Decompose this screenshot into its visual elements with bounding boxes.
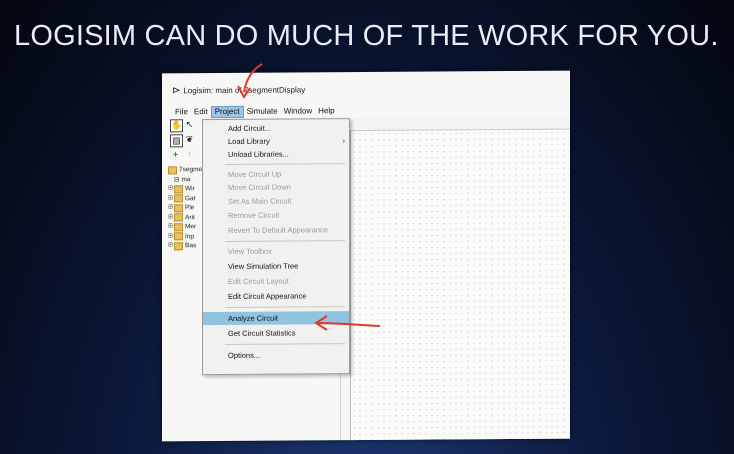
tree-item[interactable]: ⊞ Ple (168, 203, 206, 213)
project-menu: Add Circuit... Load Library › Unload Lib… (202, 118, 350, 376)
screen-photo: ⊳ Logisim: main of 7segmentDisplay File … (162, 70, 570, 442)
menu-item-add-circuit[interactable]: Add Circuit... (203, 121, 349, 135)
folder-icon (174, 223, 183, 232)
logisim-gate-icon: ⊳ (172, 85, 181, 97)
menu-separator (225, 163, 345, 165)
menu-item-set-main-circuit[interactable]: Set As Main Circuit (203, 194, 349, 208)
explorer-tree: 7segme ⊟ ma ⊞ Wir ⊞ Gat ⊞ Ple ⊞ Arit ⊞ Mer ⊞ In… (168, 165, 206, 251)
menu-bar: File Edit Project Simulate Window Help (172, 105, 338, 119)
folder-icon (174, 213, 183, 222)
poke-hand-icon[interactable]: ✋ (170, 119, 183, 133)
menu-item-move-circuit-up[interactable]: Move Circuit Up (203, 167, 349, 181)
tree-item[interactable]: ⊟ ma (168, 175, 206, 185)
menu-item-get-circuit-statistics[interactable]: Get Circuit Statistics (203, 326, 349, 340)
tree-root[interactable]: 7segme (168, 165, 206, 175)
folder-icon (174, 194, 183, 203)
menu-simulate[interactable]: Simulate (244, 106, 281, 118)
select-arrow-icon[interactable]: ↖ (184, 119, 195, 130)
menu-file[interactable]: File (172, 106, 191, 118)
folder-icon (168, 166, 177, 175)
menu-separator (225, 306, 345, 308)
menu-project[interactable]: Project (210, 105, 244, 119)
folder-icon (174, 242, 183, 251)
menu-item-move-circuit-down[interactable]: Move Circuit Down (203, 180, 349, 194)
menu-edit[interactable]: Edit (191, 106, 211, 118)
chevron-right-icon: › (342, 136, 346, 146)
menu-item-analyze-circuit[interactable]: Analyze Circuit (203, 311, 349, 326)
menu-help[interactable]: Help (315, 105, 337, 117)
tree-item[interactable]: ⊞ Arit (168, 213, 206, 223)
menu-item-view-toolbox[interactable]: View Toolbox (203, 244, 349, 258)
tree-item[interactable]: ⊞ Gat (168, 194, 206, 204)
menu-separator (225, 240, 345, 242)
menu-item-remove-circuit[interactable]: Remove Circuit (203, 208, 349, 222)
menu-item-edit-circuit-layout[interactable]: Edit Circuit Layout (203, 274, 349, 288)
up-arrow-icon[interactable]: ↑ (184, 149, 195, 160)
tree-item[interactable]: ⊞ Bas (168, 241, 206, 251)
menu-window[interactable]: Window (281, 105, 315, 117)
edit-layout-icon[interactable]: ▨ (170, 134, 183, 148)
slide-title: LOGISIM CAN DO MUCH OF THE WORK FOR YOU. (14, 20, 719, 52)
folder-icon (174, 185, 183, 194)
tree-item[interactable]: ⊞ Inp (168, 232, 206, 242)
window-title: Logisim: main of 7segmentDisplay (183, 85, 306, 96)
menu-item-unload-libraries[interactable]: Unload Libraries... (203, 147, 349, 161)
tree-item[interactable]: ⊞ Wir (168, 184, 206, 194)
tree-item[interactable]: ⊞ Mer (168, 222, 206, 232)
menu-item-view-simulation-tree[interactable]: View Simulation Tree (203, 259, 349, 273)
plus-icon[interactable]: + (170, 149, 181, 160)
window-titlebar: ⊳ Logisim: main of 7segmentDisplay (172, 84, 305, 96)
menu-item-revert-appearance[interactable]: Revert To Default Appearance (203, 223, 349, 237)
circuit-icon: ⊟ (174, 175, 180, 183)
folder-icon (174, 204, 183, 213)
folder-icon (174, 232, 183, 241)
circuit-canvas[interactable] (350, 128, 570, 442)
menu-item-options[interactable]: Options... (203, 348, 349, 362)
menu-item-load-library[interactable]: Load Library › (203, 134, 349, 148)
appearance-icon[interactable]: ❦ (184, 134, 195, 145)
menu-separator (225, 343, 345, 345)
menu-item-edit-circuit-appearance[interactable]: Edit Circuit Appearance (203, 289, 349, 303)
